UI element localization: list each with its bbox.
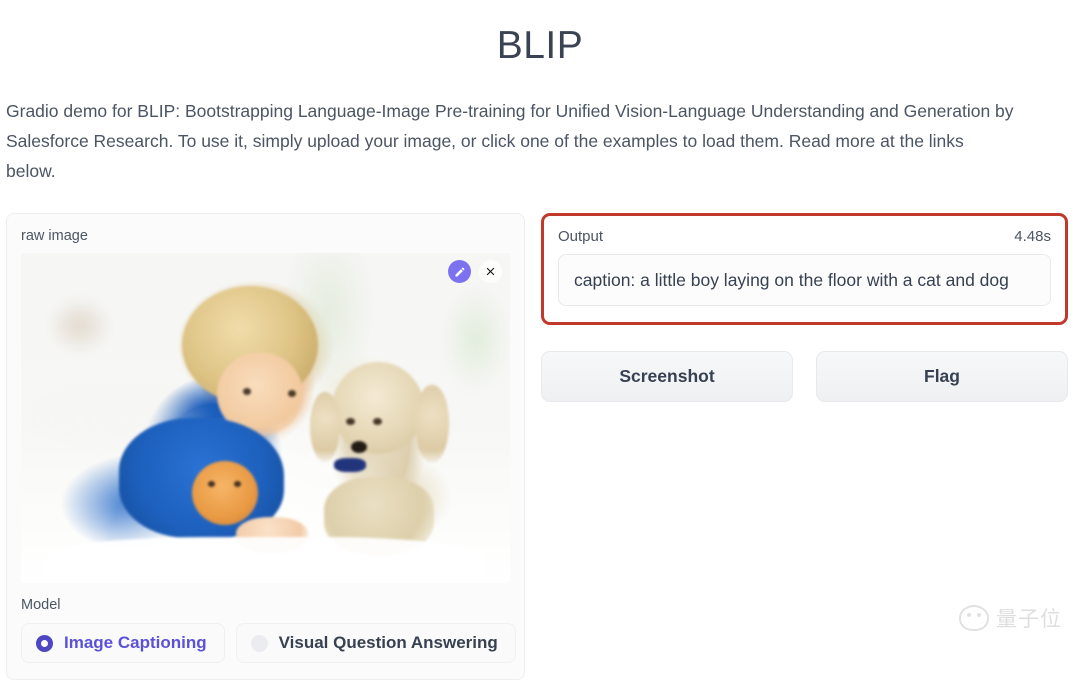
radio-label-visual-question-answering: Visual Question Answering [278,633,498,652]
pencil-icon [455,266,464,276]
model-radio-group: Image Captioning Visual Question Answeri… [21,623,516,663]
action-button-row: Screenshot Flag [541,351,1068,402]
output-panel: Output 4.48s caption: a little boy layin… [541,213,1068,325]
output-label: Output [558,228,604,245]
radio-unselected-icon [250,634,268,652]
edit-image-button[interactable] [448,260,471,283]
model-label: Model [21,597,61,613]
output-column: Output 4.48s caption: a little boy layin… [541,213,1068,402]
raw-image-preview[interactable] [21,253,510,583]
output-header: Output 4.48s [558,228,1051,245]
radio-selected-icon [36,634,53,652]
input-column: raw image Model Image Captioning Visual … [6,213,525,680]
close-x-icon [486,267,495,276]
main-content: raw image Model Image Captioning Visual … [0,203,1080,680]
photo-subjects [21,253,510,583]
input-panel: raw image Model Image Captioning Visual … [6,213,525,680]
clear-image-button[interactable] [479,260,502,283]
output-duration: 4.48s [1014,228,1051,245]
radio-option-image-captioning[interactable]: Image Captioning [21,623,225,663]
output-caption-text[interactable]: caption: a little boy laying on the floo… [558,254,1051,306]
raw-image-label: raw image [21,228,88,244]
radio-label-image-captioning: Image Captioning [64,633,207,652]
page-description: Gradio demo for BLIP: Bootstrapping Lang… [6,100,1014,181]
screenshot-button[interactable]: Screenshot [541,351,793,402]
page-title: BLIP [496,24,584,67]
image-action-buttons [448,260,502,283]
radio-option-visual-question-answering[interactable]: Visual Question Answering [235,623,516,663]
flag-button[interactable]: Flag [816,351,1068,402]
